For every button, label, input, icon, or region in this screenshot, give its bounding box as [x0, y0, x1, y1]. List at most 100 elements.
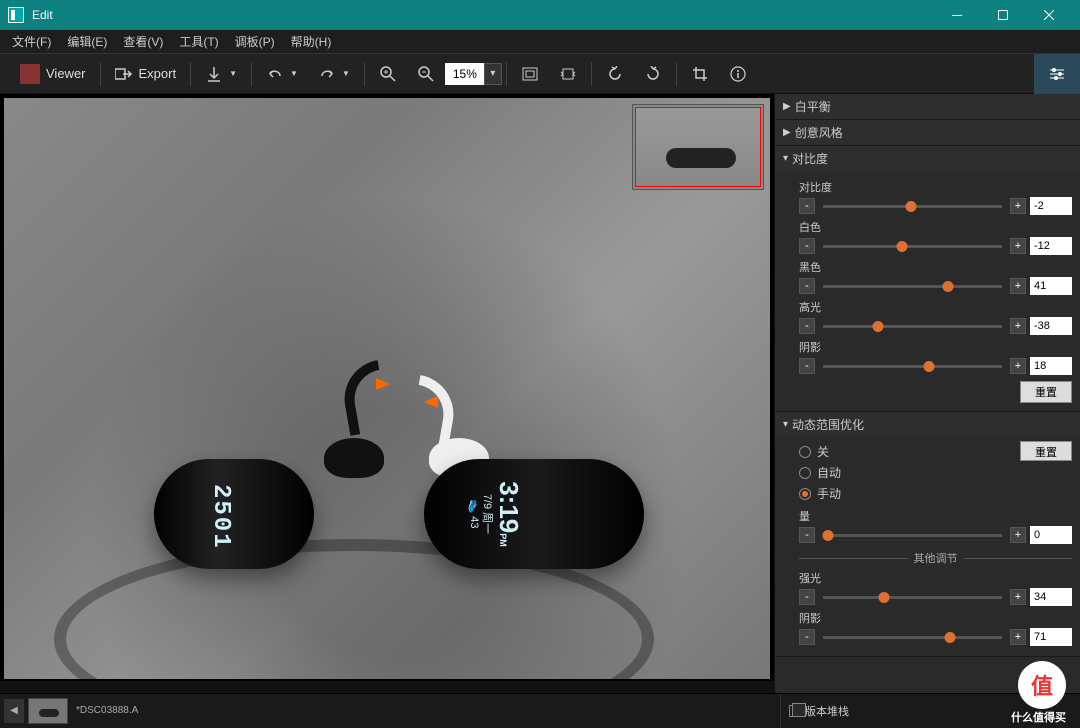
- decrement-button[interactable]: -: [799, 629, 815, 645]
- settings-panel-button[interactable]: [1034, 54, 1080, 94]
- section-header[interactable]: ▶ 白平衡: [775, 94, 1080, 119]
- decrement-button[interactable]: -: [799, 589, 815, 605]
- info-button[interactable]: [719, 58, 757, 90]
- increment-button[interactable]: +: [1010, 198, 1026, 214]
- image-viewer[interactable]: 2501 3:19PM 7/9 周一 👟 43: [0, 94, 774, 693]
- shadow-slider[interactable]: [823, 365, 1002, 368]
- crop-button[interactable]: [681, 58, 719, 90]
- menu-tools[interactable]: 工具(T): [171, 33, 226, 50]
- black-label: 黑色: [799, 259, 1072, 275]
- increment-button[interactable]: +: [1010, 358, 1026, 374]
- separator: [591, 62, 592, 86]
- navigator-content: [666, 148, 736, 168]
- zoom-in-button[interactable]: [369, 58, 407, 90]
- black-value[interactable]: [1030, 277, 1072, 295]
- band-display: 2501: [207, 484, 234, 550]
- close-button[interactable]: [1026, 0, 1072, 30]
- contrast-value[interactable]: [1030, 197, 1072, 215]
- decrement-button[interactable]: -: [799, 527, 815, 543]
- filmstrip-thumbnail[interactable]: [28, 698, 68, 724]
- filmstrip-prev[interactable]: ◀: [4, 699, 24, 723]
- viewer-button[interactable]: Viewer: [10, 58, 96, 90]
- undo-icon: [266, 65, 284, 83]
- version-stack[interactable]: 版本堆栈: [780, 694, 857, 728]
- white-label: 白色: [799, 219, 1072, 235]
- black-slider[interactable]: [823, 285, 1002, 288]
- rotate-left-button[interactable]: [596, 58, 634, 90]
- contrast-slider[interactable]: [823, 205, 1002, 208]
- reset-button[interactable]: 重置: [1020, 381, 1072, 403]
- zoom-dropdown[interactable]: ▾: [484, 63, 502, 85]
- adjustments-panel: ▶ 白平衡 ▶ 创意风格 ▾ 对比度 对比度 - +: [774, 94, 1080, 693]
- version-stack-label: 版本堆栈: [805, 703, 849, 719]
- dro-manual-radio[interactable]: 手动: [799, 483, 1012, 504]
- decrement-button[interactable]: -: [799, 318, 815, 334]
- dro-off-radio[interactable]: 关: [799, 441, 1012, 462]
- menu-palette[interactable]: 调板(P): [227, 33, 283, 50]
- chevron-down-icon: ▾: [783, 419, 788, 430]
- zoom-out-button[interactable]: [407, 58, 445, 90]
- glare-slider[interactable]: [823, 596, 1002, 599]
- navigator-thumbnail[interactable]: [632, 104, 764, 190]
- redo-icon: [318, 65, 336, 83]
- zoom-input[interactable]: [445, 63, 485, 85]
- crop-icon: [691, 65, 709, 83]
- viewer-icon: [20, 64, 40, 84]
- white-slider[interactable]: [823, 245, 1002, 248]
- section-header[interactable]: ▶ 创意风格: [775, 120, 1080, 145]
- navigator-viewport[interactable]: [635, 107, 761, 187]
- amount-label: 量: [799, 508, 1072, 524]
- minimize-icon: [952, 15, 962, 16]
- export-button[interactable]: Export: [105, 58, 187, 90]
- info-icon: [729, 65, 747, 83]
- maximize-button[interactable]: [980, 0, 1026, 30]
- section-header[interactable]: ▾ 对比度: [775, 146, 1080, 171]
- minimize-button[interactable]: [934, 0, 980, 30]
- dro-auto-radio[interactable]: 自动: [799, 462, 1012, 483]
- section-body: 关 自动 手动 重置 量 - + 其他调节: [775, 437, 1080, 656]
- fit-button[interactable]: [511, 58, 549, 90]
- decrement-button[interactable]: -: [799, 278, 815, 294]
- zoom-out-icon: [417, 65, 435, 83]
- watermark-badge: 值: [1018, 661, 1066, 709]
- undo-button[interactable]: ▼: [256, 58, 308, 90]
- increment-button[interactable]: +: [1010, 318, 1026, 334]
- highlight-value[interactable]: [1030, 317, 1072, 335]
- shadow2-slider[interactable]: [823, 636, 1002, 639]
- glare-label: 强光: [799, 570, 1072, 586]
- decrement-button[interactable]: -: [799, 358, 815, 374]
- redo-button[interactable]: ▼: [308, 58, 360, 90]
- amount-value[interactable]: [1030, 526, 1072, 544]
- shadow-value[interactable]: [1030, 357, 1072, 375]
- rotate-right-button[interactable]: [634, 58, 672, 90]
- highlight-slider[interactable]: [823, 325, 1002, 328]
- amount-slider[interactable]: [823, 534, 1002, 537]
- increment-button[interactable]: +: [1010, 629, 1026, 645]
- highlight-label: 高光: [799, 299, 1072, 315]
- separator: [676, 62, 677, 86]
- decrement-button[interactable]: -: [799, 198, 815, 214]
- menu-view[interactable]: 查看(V): [115, 33, 171, 50]
- shadow2-value[interactable]: [1030, 628, 1072, 646]
- menu-file[interactable]: 文件(F): [4, 33, 59, 50]
- menu-help[interactable]: 帮助(H): [283, 33, 340, 50]
- chevron-down-icon: ▼: [229, 69, 237, 78]
- increment-button[interactable]: +: [1010, 527, 1026, 543]
- shadow-label: 阴影: [799, 339, 1072, 355]
- save-button[interactable]: ▼: [195, 58, 247, 90]
- separator: [251, 62, 252, 86]
- contrast-label: 对比度: [799, 179, 1072, 195]
- section-wb: ▶ 白平衡: [775, 94, 1080, 120]
- glare-value[interactable]: [1030, 588, 1072, 606]
- section-header[interactable]: ▾ 动态范围优化: [775, 412, 1080, 437]
- increment-button[interactable]: +: [1010, 238, 1026, 254]
- horizontal-scrollbar[interactable]: [0, 681, 774, 693]
- titlebar: Edit: [0, 0, 1080, 30]
- menu-edit[interactable]: 编辑(E): [59, 33, 115, 50]
- increment-button[interactable]: +: [1010, 278, 1026, 294]
- actual-size-button[interactable]: [549, 58, 587, 90]
- reset-button[interactable]: 重置: [1020, 441, 1072, 461]
- white-value[interactable]: [1030, 237, 1072, 255]
- decrement-button[interactable]: -: [799, 238, 815, 254]
- increment-button[interactable]: +: [1010, 589, 1026, 605]
